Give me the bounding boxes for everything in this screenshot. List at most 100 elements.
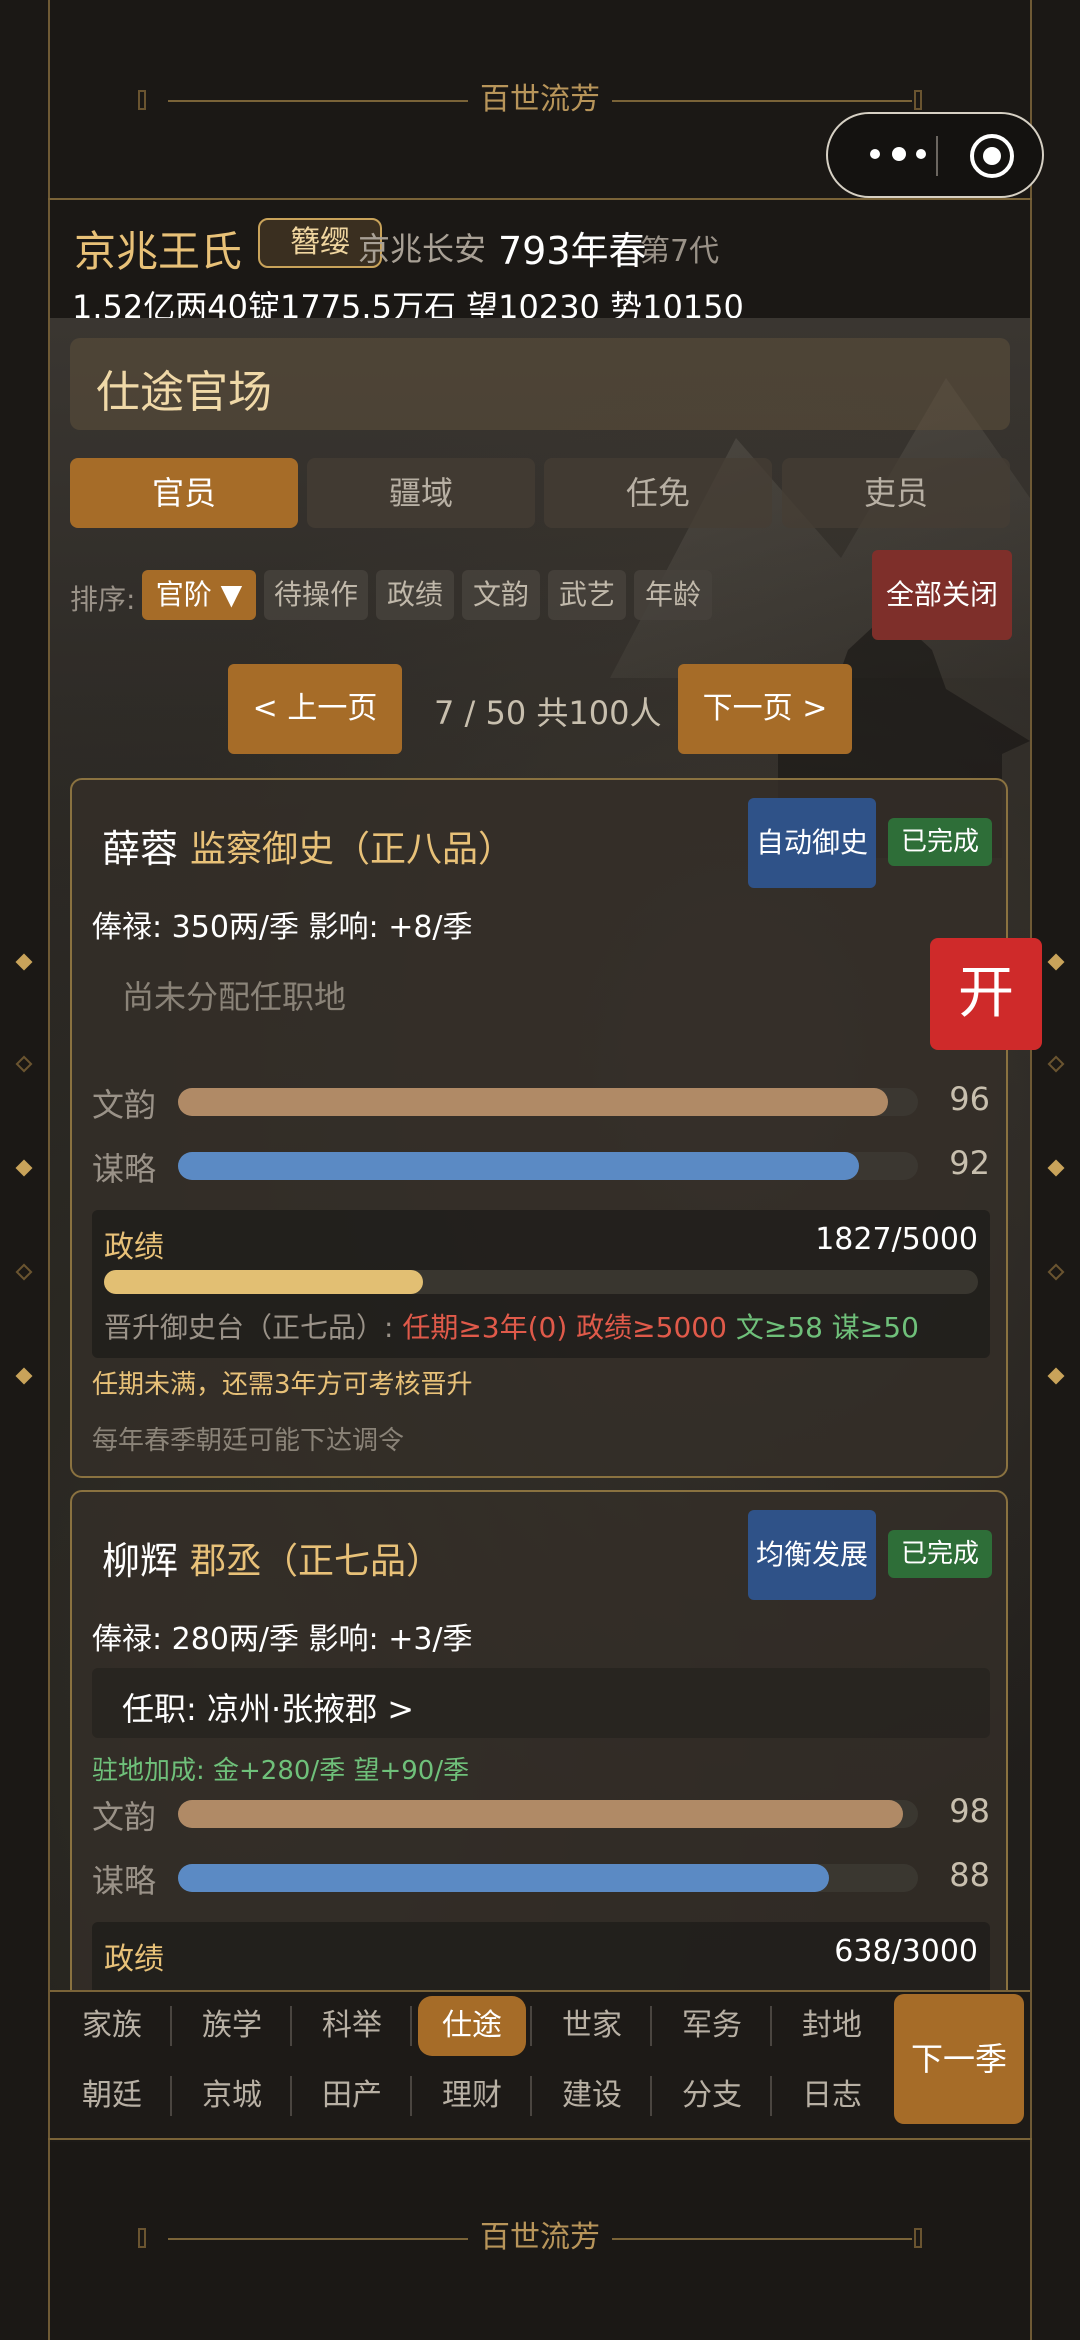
side-diamond-icon [15,1159,33,1177]
family-header: 京兆王氏 簪缨 京兆长安 793年春 第7代 1.52亿两40锭1775.5万石… [50,200,1030,326]
sort-merit[interactable]: 政绩 [376,570,454,620]
merit-label: 政绩 [104,1230,164,1265]
game-year: 793年春 [498,229,647,273]
tab-officials[interactable]: 官员 [70,458,298,528]
merit-bar-fill [104,1270,424,1294]
post-location: 任职: 凉州·张掖郡 > [122,1690,415,1728]
nav-branches[interactable]: 分支 [658,2066,766,2126]
nav-court[interactable]: 朝廷 [58,2066,166,2126]
merit-value: 638/3000 [834,1934,978,1969]
capsule-divider [936,136,938,176]
stat-bar-fill [178,1864,830,1892]
official-name: 薛蓉 [102,827,179,871]
stat-label: 谋略 [92,1862,157,1900]
banner-end-right [914,90,922,110]
auto-mode-button[interactable]: 自动御史 [748,798,876,888]
nav-fief[interactable]: 封地 [778,1996,886,2056]
nav-divider [290,2076,292,2116]
unmet-requirements: 任期≥3年(0) 政绩≥5000 [402,1311,736,1344]
nav-divider [530,2076,532,2116]
nav-divider [410,2076,412,2116]
sort-martial[interactable]: 武艺 [548,570,626,620]
close-all-button[interactable]: 全部关闭 [872,550,1012,640]
post-bonus: 驻地加成: 金+280/季 望+90/季 [92,1756,470,1786]
post-unassigned: 尚未分配任职地 [122,978,347,1016]
stat-bar [178,1800,918,1828]
stat-bar [178,1864,918,1892]
nav-bottom-divider [48,2138,1032,2140]
nav-construction[interactable]: 建设 [538,2066,646,2126]
post-assignment[interactable]: 任职: 凉州·张掖郡 > [92,1668,990,1738]
tenure-note: 任期未满，还需3年方可考核晋升 [92,1370,473,1400]
status-badge: 已完成 [888,1530,992,1578]
sort-label: 排序: [70,583,136,616]
promotion-target: 晋升御史台（正七品）: [104,1311,403,1344]
nav-divider [170,2076,172,2116]
official-card[interactable]: 薛蓉 监察御史（正八品） 自动御史 已完成 俸禄: 350两/季 影响: +8/… [70,778,1008,1478]
side-diamond-icon [1047,1367,1065,1385]
stat-value: 88 [949,1856,990,1894]
stat-value: 92 [949,1144,990,1182]
official-name: 柳辉 [102,1539,179,1583]
nav-clan-school[interactable]: 族学 [178,1996,286,2056]
official-card[interactable]: 柳辉 郡丞（正七品） 均衡发展 已完成 俸禄: 280两/季 影响: +3/季 … [70,1490,1008,1990]
nav-exam[interactable]: 科举 [298,1996,406,2056]
side-diamond-icon [1047,1055,1065,1073]
section-header: 仕途官场 [70,338,1010,430]
nav-clans[interactable]: 世家 [538,1996,646,2056]
stat-bar-fill [178,1152,859,1180]
tab-territory[interactable]: 疆域 [307,458,535,528]
side-diamond-icon [1047,1263,1065,1281]
tab-clerks[interactable]: 吏员 [782,458,1010,528]
nav-log[interactable]: 日志 [778,2066,886,2126]
next-page-button[interactable]: 下一页 > [678,664,852,754]
nav-finance[interactable]: 理财 [418,2066,526,2126]
auto-mode-button[interactable]: 均衡发展 [748,1510,876,1600]
sort-bar: 排序: 官阶 ▼ 待操作 政绩 文韵 武艺 年龄 [70,570,1010,622]
main-panel: 仕途官场 官员 疆域 任免 吏员 排序: 官阶 ▼ 待操作 政绩 文韵 武艺 年… [50,318,1030,1990]
tab-appointments[interactable]: 任免 [544,458,772,528]
stat-bar [178,1088,918,1116]
family-location: 京兆长安 [358,230,487,268]
stat-value: 96 [949,1080,990,1118]
nav-military[interactable]: 军务 [658,1996,766,2056]
official-rank: 监察御史（正八品） [190,829,515,870]
stat-value: 98 [949,1792,990,1830]
next-season-button[interactable]: 下一季 [894,1994,1024,2124]
pagination: < 上一页 7 / 50 共100人 下一页 > [50,664,1030,756]
nav-divider [530,2006,532,2046]
more-icon[interactable] [870,139,930,173]
nav-divider [650,2006,652,2046]
nav-divider [410,2006,412,2046]
nav-divider [650,2076,652,2116]
promotion-requirements: 晋升御史台（正七品）: 任期≥3年(0) 政绩≥5000 文≥58 谋≥50 [104,1306,919,1346]
transfer-note: 每年春季朝廷可能下达调令 [92,1426,405,1456]
prev-page-button[interactable]: < 上一页 [228,664,402,754]
stat-label: 文韵 [92,1086,157,1124]
sort-pending[interactable]: 待操作 [264,570,368,620]
side-diamond-icon [15,1263,33,1281]
sort-literary[interactable]: 文韵 [462,570,540,620]
frame-right-border [1030,0,1032,2340]
side-diamond-icon [1047,1159,1065,1177]
nav-family[interactable]: 家族 [58,1996,166,2056]
stat-bar-fill [178,1088,889,1116]
sort-age[interactable]: 年龄 [634,570,712,620]
close-miniprogram-icon[interactable] [970,134,1014,178]
sort-rank[interactable]: 官阶 ▼ [142,570,256,620]
met-requirements: 文≥58 谋≥50 [735,1311,919,1344]
nav-farmland[interactable]: 田产 [298,2066,406,2126]
stat-bar [178,1152,918,1180]
side-diamond-icon [15,1367,33,1385]
merit-value: 1827/5000 [815,1222,978,1257]
open-button[interactable]: 开 [930,938,1042,1050]
banner-end-right [914,2228,922,2248]
nav-career[interactable]: 仕途 [418,1996,526,2056]
page-info: 7 / 50 共100人 [434,694,662,732]
stat-label: 文韵 [92,1798,157,1836]
merit-label: 政绩 [104,1942,164,1977]
family-name: 京兆王氏 [74,227,243,276]
banner-line-right [612,100,912,102]
salary-influence: 俸禄: 280两/季 影响: +3/季 [92,1622,473,1657]
nav-capital[interactable]: 京城 [178,2066,286,2126]
